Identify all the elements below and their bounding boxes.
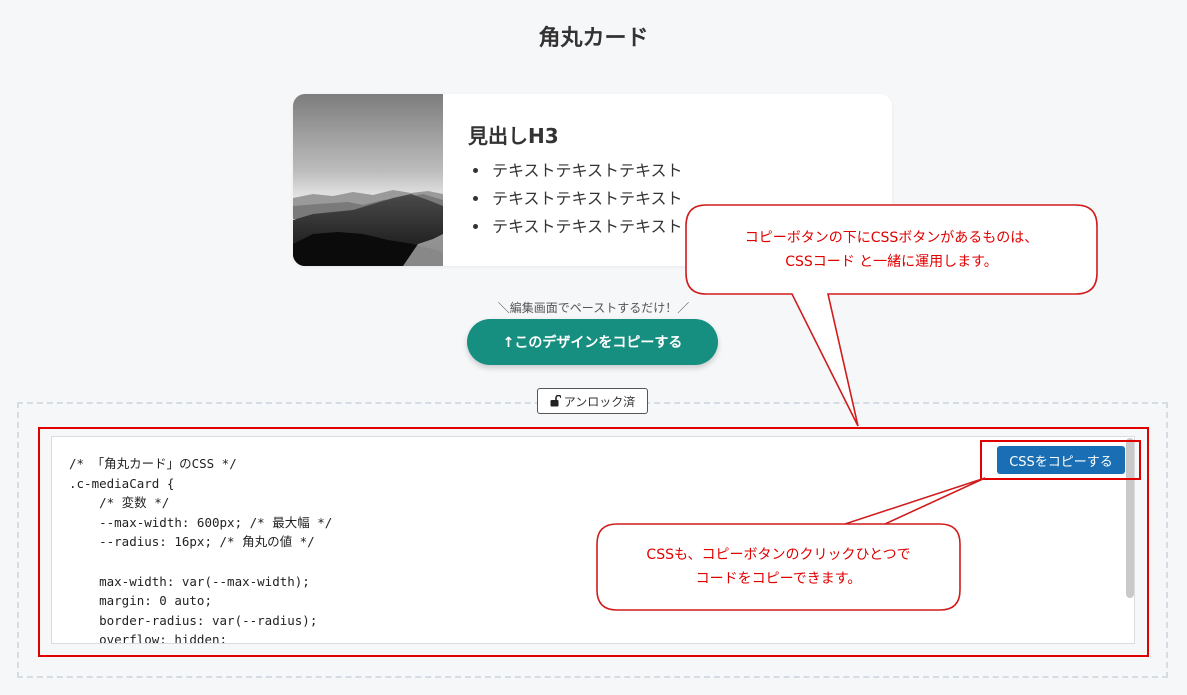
- code-line: ​: [69, 552, 332, 572]
- copy-design-button[interactable]: ↑このデザインをコピーする: [467, 319, 718, 365]
- code-line: .c-mediaCard {: [69, 475, 175, 491]
- unlock-icon: [550, 395, 561, 407]
- unlock-badge: アンロック済: [537, 388, 648, 414]
- callout-top-line1: コピーボタンの下にCSSボタンがあるものは、: [744, 230, 1039, 246]
- code-line: border-radius: var(--radius);: [69, 612, 318, 628]
- code-line: /* 変数 */: [69, 495, 170, 511]
- list-item: テキストテキストテキスト: [490, 185, 683, 213]
- unlock-label: アンロック済: [563, 394, 636, 409]
- callout-top-text: コピーボタンの下にCSSボタンがあるものは、 CSSコード と一緒に運用します。: [686, 226, 1097, 274]
- css-code: /* 「角丸カード」のCSS */ .c-mediaCard { /* 変数 */…: [69, 454, 333, 644]
- callout-bottom-line1: CSSも、コピーボタンのクリックひとつで: [646, 547, 911, 563]
- copy-hint: ＼編集画面でペーストするだけ！／: [497, 301, 690, 315]
- code-line: margin: 0 auto;: [69, 593, 212, 609]
- css-code-box[interactable]: /* 「角丸カード」のCSS */ .c-mediaCard { /* 変数 */…: [51, 436, 1135, 644]
- code-line: --radius: 16px; /* 角丸の値 */: [69, 534, 315, 550]
- code-line: overflow: hidden;: [69, 632, 228, 644]
- code-line: --max-width: 600px; /* 最大幅 */: [69, 514, 333, 530]
- card-image: [293, 94, 443, 266]
- card-list: テキストテキストテキスト テキストテキストテキスト テキストテキストテキスト: [468, 157, 683, 241]
- page-title: 角丸カード: [538, 26, 649, 51]
- code-line: max-width: var(--max-width);: [69, 573, 310, 589]
- callout-bottom-line2: コードをコピーできます。: [695, 571, 862, 587]
- list-item: テキストテキストテキスト: [490, 213, 683, 241]
- callout-top-line2: CSSコード と一緒に運用します。: [785, 254, 998, 270]
- callout-bottom-text: CSSも、コピーボタンのクリックひとつで コードをコピーできます。: [597, 543, 960, 591]
- code-line: /* 「角丸カード」のCSS */: [69, 456, 237, 471]
- list-item: テキストテキストテキスト: [490, 157, 683, 185]
- css-copy-button[interactable]: CSSをコピーする: [997, 446, 1125, 474]
- card-body: 見出しH3 テキストテキストテキスト テキストテキストテキスト テキストテキスト…: [468, 120, 683, 241]
- card-heading: 見出しH3: [468, 124, 559, 148]
